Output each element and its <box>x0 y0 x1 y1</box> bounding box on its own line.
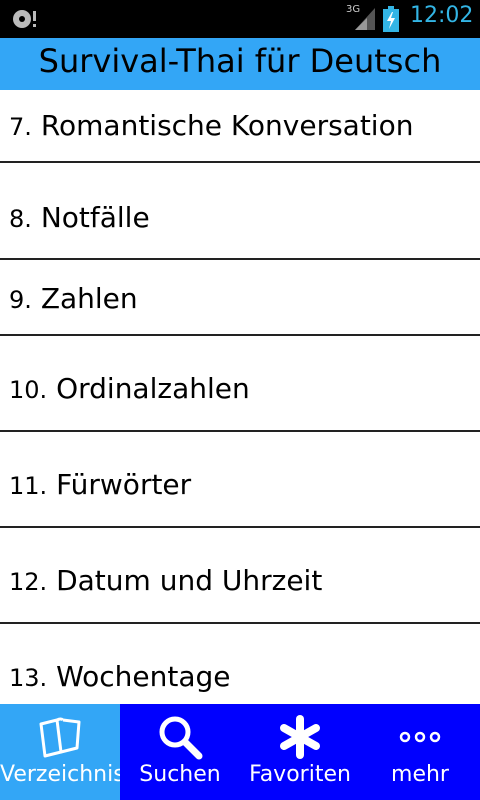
item-label: Wochentage <box>56 660 231 693</box>
signal-icon <box>355 8 375 30</box>
item-number: 8. <box>9 205 32 233</box>
battery-charging-icon <box>383 6 399 32</box>
item-label: Zahlen <box>40 282 138 315</box>
list-item[interactable]: 8. Notfälle <box>0 163 480 260</box>
book-icon <box>39 717 81 758</box>
list-item[interactable]: 9. Zahlen <box>0 260 480 336</box>
item-label: Datum und Uhrzeit <box>56 564 323 597</box>
tab-label: mehr <box>391 762 449 787</box>
sd-card-icon <box>13 10 36 28</box>
item-number: 7. <box>9 113 32 141</box>
tab-label: Verzeichnis <box>0 762 120 787</box>
tab-label: Favoriten <box>249 762 351 787</box>
list-item[interactable]: 13. Wochentage <box>0 624 480 704</box>
more-icon <box>399 731 441 743</box>
item-number: 9. <box>9 286 32 314</box>
item-label: Ordinalzahlen <box>56 372 250 405</box>
tab-favoriten[interactable]: Favoriten <box>240 704 360 800</box>
chapter-list: 7. Romantische Konversation 8. Notfälle … <box>0 90 480 704</box>
page-title: Survival-Thai für Deutsch <box>38 42 442 80</box>
list-item[interactable]: 11. Fürwörter <box>0 432 480 528</box>
tab-mehr[interactable]: mehr <box>360 704 480 800</box>
asterisk-icon <box>280 715 320 759</box>
tab-label: Suchen <box>139 762 221 787</box>
item-number: 13. <box>9 664 48 692</box>
clock: 12:02 <box>410 3 474 28</box>
title-bar: Survival-Thai für Deutsch <box>0 38 480 90</box>
item-label: Notfälle <box>40 201 150 234</box>
tab-verzeichnis[interactable]: Verzeichnis <box>0 704 120 800</box>
item-label: Fürwörter <box>56 468 192 501</box>
tab-suchen[interactable]: Suchen <box>120 704 240 800</box>
bottom-nav: Verzeichnis Suchen Favoriten mehr <box>0 704 480 800</box>
item-label: Romantische Konversation <box>40 109 414 142</box>
list-item[interactable]: 12. Datum und Uhrzeit <box>0 528 480 624</box>
list-item[interactable]: 10. Ordinalzahlen <box>0 336 480 432</box>
search-icon <box>159 716 203 760</box>
item-number: 11. <box>9 472 48 500</box>
list-item[interactable]: 7. Romantische Konversation <box>0 90 480 163</box>
item-number: 12. <box>9 568 48 596</box>
status-bar: 3G 12:02 <box>0 0 480 38</box>
item-number: 10. <box>9 376 48 404</box>
